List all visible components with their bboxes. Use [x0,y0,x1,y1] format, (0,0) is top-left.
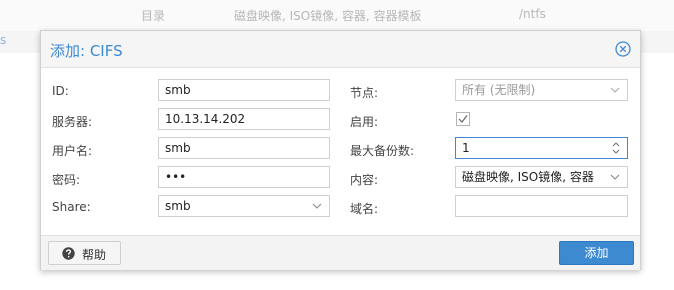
background-row-link[interactable]: s [0,33,6,47]
close-icon[interactable] [615,41,631,57]
background-type-cell: 目录 [141,9,166,23]
background-content-cell: 磁盘映像, ISO镜像, 容器, 容器模板 [234,9,422,23]
password-label: 密码: [52,173,81,187]
server-value: 10.13.14.202 [165,112,246,126]
background-table-row: 目录 磁盘映像, ISO镜像, 容器, 容器模板 /ntfs [0,0,674,32]
domain-input[interactable] [455,195,628,217]
max-backups-label: 最大备份数: [350,144,415,158]
add-cifs-dialog: 添加: CIFS ID: smb 服务器: 10.13.14.202 用户名: … [40,30,641,270]
node-label: 节点: [350,86,379,100]
max-backups-input[interactable]: 1 [455,137,628,159]
background-path-cell: /ntfs [519,7,546,21]
username-label: 用户名: [52,144,93,158]
chevron-down-icon[interactable] [610,172,620,182]
enable-checkbox[interactable] [456,112,470,126]
username-input[interactable]: smb [158,137,330,159]
node-select[interactable]: 所有 (无限制) [455,79,628,101]
chevron-down-icon[interactable] [610,85,620,95]
dialog-footer: 帮助 添加 [41,235,640,270]
server-input[interactable]: 10.13.14.202 [158,108,330,130]
help-button[interactable]: 帮助 [48,241,121,265]
id-input[interactable]: smb [158,79,330,101]
add-button[interactable]: 添加 [559,241,634,265]
password-value: ••• [165,170,187,184]
id-label: ID: [52,84,69,98]
server-label: 服务器: [52,115,93,129]
chevron-down-icon[interactable] [312,201,322,211]
enable-label: 启用: [350,115,379,129]
share-select[interactable]: smb [158,195,330,217]
spinner-icon[interactable] [611,140,621,156]
dialog-title: 添加: CIFS [50,42,123,60]
password-input[interactable]: ••• [158,166,330,188]
id-value: smb [165,83,191,97]
content-label: 内容: [350,173,379,187]
dialog-header: 添加: CIFS [41,31,640,68]
share-value: smb [165,199,191,213]
max-backups-value: 1 [462,141,470,155]
help-button-label: 帮助 [82,248,107,262]
share-label: Share: [52,200,91,214]
domain-label: 域名: [350,202,379,216]
content-value: 磁盘映像, ISO镜像, 容器 [462,170,594,184]
content-select[interactable]: 磁盘映像, ISO镜像, 容器 [455,166,628,188]
node-value: 所有 (无限制) [462,83,536,97]
question-circle-icon [62,247,75,260]
username-value: smb [165,141,191,155]
